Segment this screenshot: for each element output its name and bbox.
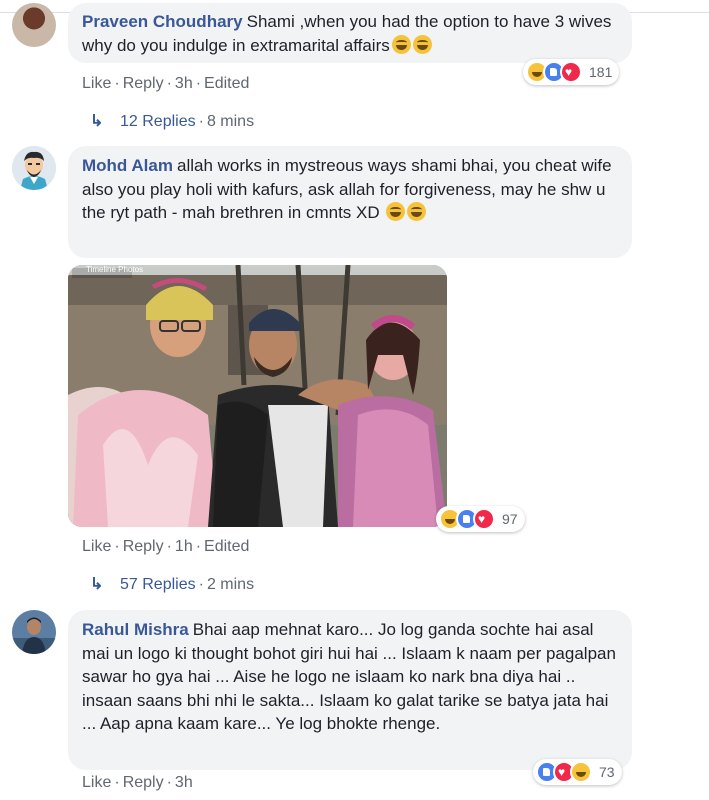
edited-label[interactable]: Edited (204, 538, 249, 555)
timestamp[interactable]: 3h (175, 774, 193, 791)
avatar[interactable] (12, 3, 56, 47)
replies-time: 2 mins (206, 576, 255, 593)
reply-link[interactable]: Reply (123, 538, 164, 555)
love-reaction-icon (473, 508, 495, 530)
reactions-summary[interactable]: 181 (523, 59, 620, 85)
comment-actions: Like · Reply · 3h · Edited (82, 75, 250, 92)
profile-photo-icon (12, 610, 56, 654)
edited-label[interactable]: Edited (204, 75, 249, 92)
timestamp[interactable]: 1h (175, 538, 193, 555)
replies-time: 8 mins (206, 113, 255, 130)
reaction-count: 73 (599, 764, 615, 780)
comment-author[interactable]: Mohd Alam (82, 156, 173, 175)
replies-count[interactable]: 12 Replies (120, 113, 196, 130)
laughing-emoji-icon (386, 202, 406, 221)
reactions-summary[interactable]: 73 (533, 759, 622, 785)
comment-bubble: Praveen Choudhary Shami ,when you had the… (68, 3, 632, 63)
like-link[interactable]: Like (82, 75, 111, 92)
comment-actions: Like · Reply · 3h (82, 774, 193, 791)
laughing-emoji-icon (391, 34, 411, 54)
reply-arrow-icon: ↳ (90, 113, 104, 130)
photo-caption: Timeline Photos (86, 265, 144, 274)
haha-reaction-icon (570, 761, 592, 783)
comment-author[interactable]: Praveen Choudhary (82, 12, 243, 31)
like-link[interactable]: Like (82, 538, 111, 555)
replies-count[interactable]: 57 Replies (120, 576, 196, 593)
reply-link[interactable]: Reply (123, 75, 164, 92)
like-link[interactable]: Like (82, 774, 111, 791)
view-replies[interactable]: ↳ 57 Replies · 2 mins (90, 574, 254, 594)
avatar[interactable] (12, 146, 56, 190)
reply-arrow-icon: ↳ (90, 576, 104, 593)
reaction-count: 97 (502, 511, 518, 527)
avatar[interactable] (12, 610, 56, 654)
laughing-emoji-icon (412, 34, 432, 54)
comment-photo[interactable]: Timeline Photos (68, 265, 447, 527)
comment-actions: Like · Reply · 1h · Edited (82, 538, 250, 555)
comment-bubble: Mohd Alam allah works in mystreous ways s… (68, 146, 632, 258)
comment-bubble: Rahul Mishra Bhai aap mehnat karo... Jo l… (68, 610, 632, 770)
holi-photo-image (68, 265, 447, 527)
cartoon-avatar-icon (12, 146, 56, 190)
reactions-summary[interactable]: 97 (436, 506, 525, 532)
laughing-emoji-icon (407, 202, 427, 221)
love-reaction-icon (560, 61, 582, 83)
comment-author[interactable]: Rahul Mishra (82, 620, 189, 639)
reply-link[interactable]: Reply (123, 774, 164, 791)
view-replies[interactable]: ↳ 12 Replies · 8 mins (90, 111, 254, 131)
timestamp[interactable]: 3h (175, 75, 193, 92)
reaction-count: 181 (589, 64, 613, 80)
